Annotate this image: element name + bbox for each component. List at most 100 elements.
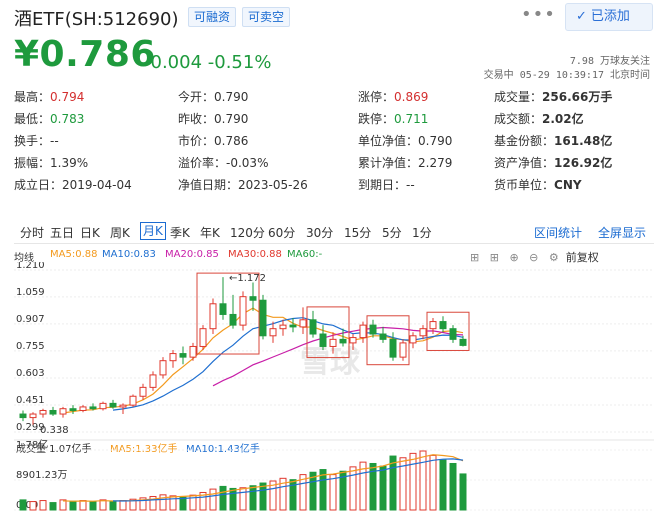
candle-body [329, 338, 337, 347]
candle-body [229, 313, 237, 326]
check-icon: ✓ [576, 9, 587, 24]
period-tab[interactable]: 5分 [382, 224, 402, 241]
quote-value: -0.03% [226, 156, 269, 170]
period-tab[interactable]: 120分 [230, 224, 265, 241]
volume-ma10: MA10:1.43亿手 [186, 442, 260, 455]
candle-body [389, 338, 397, 358]
period-tab[interactable]: 15分 [344, 224, 371, 241]
period-tab[interactable]: 60分 [268, 224, 295, 241]
quote-item: 成交量：256.66万手 [494, 88, 612, 105]
margin-buy-tag[interactable]: 可融资 [188, 7, 237, 27]
period-tab[interactable]: 日K [80, 224, 100, 241]
period-tab[interactable]: 分时 [20, 224, 44, 241]
candle-body [459, 338, 467, 346]
candle-body [289, 324, 297, 328]
quote-label: 累计净值： [358, 156, 419, 170]
ma20-value: MA20:0.85 [165, 249, 219, 260]
period-tab[interactable]: 年K [200, 224, 220, 241]
volume-bar [329, 474, 337, 511]
volume-bar [449, 462, 457, 511]
volume-bar [19, 499, 27, 511]
quote-item: 市价：0.786 [178, 132, 248, 149]
quote-value: 0.786 [214, 134, 249, 148]
added-watchlist-button[interactable]: ✓ 已添加 [565, 3, 653, 31]
ma60-value: MA60:- [287, 249, 323, 260]
quote-value: 126.92亿 [554, 156, 613, 170]
candle-body [429, 321, 437, 330]
volume-bar [229, 487, 237, 511]
quote-value: 0.790 [214, 112, 249, 126]
watermark: 雪球 [300, 345, 361, 380]
volume-bar [39, 500, 47, 511]
candle-body [79, 406, 87, 411]
volume-bar [379, 465, 387, 511]
volume-bar [89, 501, 97, 511]
range-stats-link[interactable]: 区间统计 [534, 224, 582, 241]
fullscreen-link[interactable]: 全屏显示 [598, 224, 646, 241]
quote-value: -- [406, 178, 415, 192]
quote-label: 净值日期： [178, 178, 239, 192]
candle-body [269, 328, 277, 337]
y-tick-label: 0.907 [16, 314, 45, 325]
candle-body [379, 333, 387, 340]
volume-bar [49, 502, 57, 511]
quote-item: 单位净值：0.790 [358, 132, 452, 149]
quote-value: 0.790 [214, 90, 249, 104]
high-annotation: ←1.172 [229, 273, 266, 284]
volume-tick-label: 1.78亿 [16, 438, 48, 451]
quote-label: 成交量： [494, 90, 543, 104]
period-tab[interactable]: 季K [170, 224, 190, 241]
candle-body [309, 319, 317, 335]
period-tab[interactable]: 30分 [306, 224, 333, 241]
quote-item: 最低：0.783 [14, 110, 84, 127]
period-tab[interactable]: 月K [140, 222, 166, 240]
volume-bar [29, 501, 37, 511]
fund-title: 酒ETF(SH:512690) [14, 9, 179, 30]
quote-label: 单位净值： [358, 134, 419, 148]
candle-body [419, 328, 427, 337]
quote-label: 溢价率： [178, 156, 227, 170]
quote-item: 最高：0.794 [14, 88, 84, 105]
quote-value: 2.279 [418, 156, 453, 170]
current-price: ¥0.786 [14, 34, 156, 75]
y-tick-label: 0.755 [16, 341, 45, 352]
quote-item: 跌停：0.711 [358, 110, 428, 127]
candle-body [409, 335, 417, 344]
y-tick-label: 0.451 [16, 395, 45, 406]
candle-body [369, 324, 377, 335]
quote-value: 161.48亿 [554, 134, 613, 148]
candle-body [349, 337, 357, 344]
quote-value: 0.869 [394, 90, 429, 104]
quote-label: 货币单位： [494, 178, 555, 192]
candle-body [449, 328, 457, 340]
quote-label: 到期日： [358, 178, 407, 192]
low-annotation: 0.338 [40, 425, 69, 436]
y-tick-label: 1.059 [16, 287, 45, 298]
candle-body [29, 413, 37, 419]
quote-label: 跌停： [358, 112, 395, 126]
quote-value: 2.02亿 [542, 112, 584, 126]
candle-body [169, 353, 177, 362]
quote-label: 最高： [14, 90, 51, 104]
short-sell-tag[interactable]: 可卖空 [242, 7, 291, 27]
candle-body [149, 374, 157, 388]
quote-label: 市价： [178, 134, 215, 148]
quote-item: 累计净值：2.279 [358, 154, 452, 171]
candle-body [319, 333, 327, 347]
period-tab[interactable]: 五日 [50, 224, 74, 241]
header: 酒ETF(SH:512690) 可融资 可卖空 ••• ✓ 已添加 [0, 0, 660, 36]
candle-body [219, 303, 227, 315]
quote-label: 成交额： [494, 112, 543, 126]
candle-body [439, 321, 447, 330]
kline-chart[interactable]: 1.2101.0590.9070.7550.6030.4510.299雪球←1.… [0, 262, 660, 514]
period-tab[interactable]: 1分 [412, 224, 432, 241]
candle-body [99, 402, 107, 410]
quote-value: 1.39% [50, 156, 89, 170]
volume-bar [429, 454, 437, 511]
candle-body [339, 338, 347, 344]
period-tab[interactable]: 周K [110, 224, 130, 241]
period-tabs: 分时 五日 日K 周K 月K 季K 年K 120分 60分 30分 15分 5分 1分 区间统计 全屏显示 [14, 220, 654, 244]
more-icon[interactable]: ••• [521, 4, 556, 25]
trade-time: 交易中 05-29 10:39:17 北京时间 [483, 70, 650, 81]
volume-bar [439, 459, 447, 511]
